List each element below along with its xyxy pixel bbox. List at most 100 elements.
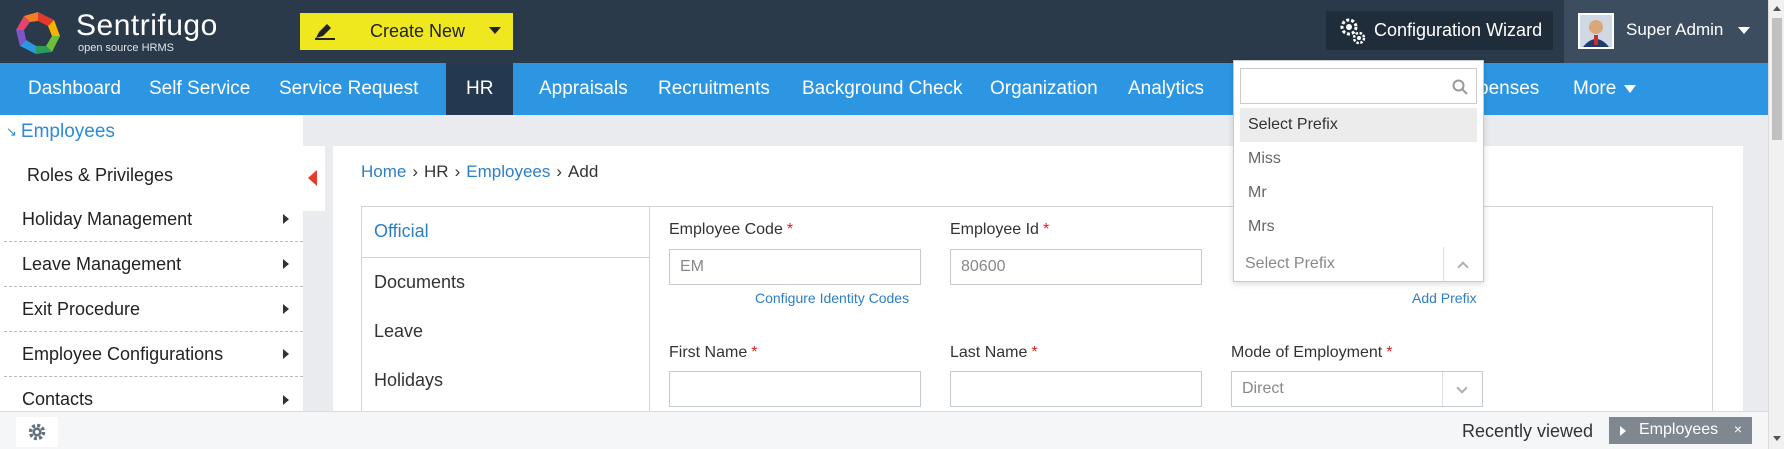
avatar[interactable] — [1578, 13, 1614, 49]
sentrifugo-logo-icon[interactable] — [14, 10, 62, 56]
chevron-right-icon — [283, 349, 289, 359]
tab-documents[interactable]: Documents — [374, 272, 465, 293]
sidebar-item-label: Holiday Management — [22, 208, 193, 229]
prefix-option[interactable]: Select Prefix — [1240, 108, 1477, 142]
tab-holidays[interactable]: Holidays — [374, 370, 443, 391]
select-arrow[interactable] — [1443, 247, 1483, 281]
last-name-label: Last Name * — [950, 344, 1038, 361]
top-bar: Sentrifugo open source HRMS Create New C… — [0, 0, 1784, 63]
user-menu[interactable]: Super Admin — [1564, 0, 1784, 63]
nav-item-appraisals[interactable]: Appraisals — [539, 63, 628, 115]
configuration-wizard-label: Configuration Wizard — [1374, 20, 1543, 40]
tab-divider — [362, 257, 650, 258]
employee-code-input[interactable]: EM — [669, 249, 921, 285]
chevron-right-icon — [283, 214, 289, 224]
breadcrumb-separator: › — [454, 162, 461, 181]
chevron-right-icon — [283, 259, 289, 269]
sidebar-item-roles-privileges[interactable]: Roles & Privileges — [4, 155, 303, 195]
employee-form: Official Documents Leave Holidays Employ… — [361, 206, 1713, 417]
tab-official[interactable]: Official — [374, 221, 429, 242]
nav-item-recruitments[interactable]: Recruitments — [658, 63, 770, 115]
prefix-select[interactable]: Select Prefix — [1234, 247, 1483, 281]
gear-icon — [28, 423, 46, 441]
nav-item-background-check[interactable]: Background Check — [802, 63, 963, 115]
user-name: Super Admin — [1626, 20, 1724, 39]
prefix-option[interactable]: Mrs — [1240, 210, 1477, 244]
breadcrumb-current: Add — [568, 162, 599, 181]
chevron-left-icon — [308, 170, 317, 186]
employee-id-label: Employee Id * — [950, 221, 1050, 238]
sidebar-item-label: Employee Configurations — [22, 343, 224, 364]
gears-icon — [1340, 18, 1366, 44]
configuration-wizard-button[interactable]: Configuration Wizard — [1326, 11, 1553, 50]
mode-of-employment-select[interactable]: Direct — [1231, 371, 1483, 407]
chevron-right-icon — [283, 304, 289, 314]
brand-title: Sentrifugo — [76, 9, 218, 42]
nav-item-self-service[interactable]: Self Service — [149, 63, 250, 115]
sidebar-heading-employees[interactable]: ↘ Employees — [6, 121, 115, 143]
breadcrumb-home[interactable]: Home — [361, 162, 406, 181]
sidebar-item-holiday-management[interactable]: Holiday Management — [4, 197, 303, 242]
nav-item-service-request[interactable]: Service Request — [279, 63, 418, 115]
footer-bar: Recently viewed Employees × — [0, 411, 1768, 449]
nav-item-more[interactable]: More — [1573, 63, 1637, 115]
sidebar-item-leave-management[interactable]: Leave Management — [4, 242, 303, 287]
select-arrow[interactable] — [1442, 372, 1482, 406]
close-icon[interactable]: × — [1734, 421, 1742, 437]
sidebar-heading-label: Employees — [20, 121, 115, 142]
prefix-option[interactable]: Miss — [1240, 142, 1477, 176]
prefix-option[interactable]: Mr — [1240, 176, 1477, 210]
form-tabs: Official Documents Leave Holidays — [362, 207, 650, 417]
breadcrumb-separator: › — [412, 162, 419, 181]
mode-of-employment-label: Mode of Employment * — [1231, 344, 1393, 361]
prefix-dropdown: Select Prefix Miss Mr Mrs Select Prefix — [1233, 60, 1484, 282]
scroll-up-icon[interactable] — [1773, 6, 1781, 11]
employee-code-label: Employee Code * — [669, 221, 794, 238]
chevron-up-icon — [1457, 261, 1469, 273]
settings-button[interactable] — [16, 417, 58, 447]
sidebar-item-label: Roles & Privileges — [27, 164, 174, 185]
last-name-input[interactable] — [950, 371, 1202, 407]
recent-item-label: Employees — [1639, 421, 1719, 438]
recent-item-employees[interactable]: Employees × — [1609, 417, 1752, 444]
breadcrumb-hr: HR — [424, 162, 449, 181]
main-content: Home › HR › Employees › Add Official Documents… — [333, 146, 1743, 417]
tab-leave[interactable]: Leave — [374, 321, 423, 342]
sidebar-collapse-toggle[interactable] — [303, 146, 325, 211]
first-name-input[interactable] — [669, 371, 921, 407]
search-icon — [1452, 79, 1468, 95]
sidebar-item-exit-procedure[interactable]: Exit Procedure — [4, 287, 303, 332]
sidebar-item-label: Exit Procedure — [22, 298, 141, 319]
employee-id-input[interactable]: 80600 — [950, 249, 1202, 285]
chevron-down-icon[interactable] — [1738, 27, 1750, 34]
first-name-label: First Name * — [669, 344, 758, 361]
nav-item-dashboard[interactable]: Dashboard — [28, 63, 121, 115]
prefix-search-input[interactable] — [1240, 68, 1477, 104]
nav-item-expenses[interactable]: penses — [1478, 63, 1539, 115]
main-nav: Dashboard Self Service Service Request H… — [0, 63, 1768, 115]
create-new-button[interactable]: Create New — [300, 13, 513, 50]
sidebar-item-label: Contacts — [22, 389, 94, 409]
brand-subtitle: open source HRMS — [78, 42, 174, 54]
chevron-down-icon — [1624, 84, 1637, 93]
recently-viewed-label: Recently viewed — [1462, 421, 1594, 441]
play-icon — [1620, 426, 1626, 436]
chevron-down-icon[interactable] — [489, 27, 501, 34]
scroll-down-icon[interactable] — [1773, 436, 1781, 441]
mode-of-employment-value: Direct — [1242, 380, 1284, 397]
sidebar-item-employee-configurations[interactable]: Employee Configurations — [4, 332, 303, 377]
nav-item-analytics[interactable]: Analytics — [1128, 63, 1204, 115]
add-prefix-link[interactable]: Add Prefix — [1412, 290, 1477, 306]
breadcrumb-employees[interactable]: Employees — [466, 162, 550, 181]
breadcrumb: Home › HR › Employees › Add — [361, 162, 598, 182]
sidebar-item-label: Leave Management — [22, 253, 182, 274]
brand: Sentrifugo open source HRMS — [76, 9, 218, 55]
configure-identity-codes-link[interactable]: Configure Identity Codes — [755, 290, 909, 306]
nav-item-organization[interactable]: Organization — [990, 63, 1098, 115]
vertical-scrollbar[interactable] — [1768, 0, 1784, 449]
chevron-right-icon — [283, 394, 289, 405]
arrow-down-right-icon: ↘ — [6, 124, 17, 139]
nav-item-hr[interactable]: HR — [446, 63, 514, 115]
scroll-thumb[interactable] — [1772, 18, 1782, 140]
breadcrumb-separator: › — [556, 162, 563, 181]
